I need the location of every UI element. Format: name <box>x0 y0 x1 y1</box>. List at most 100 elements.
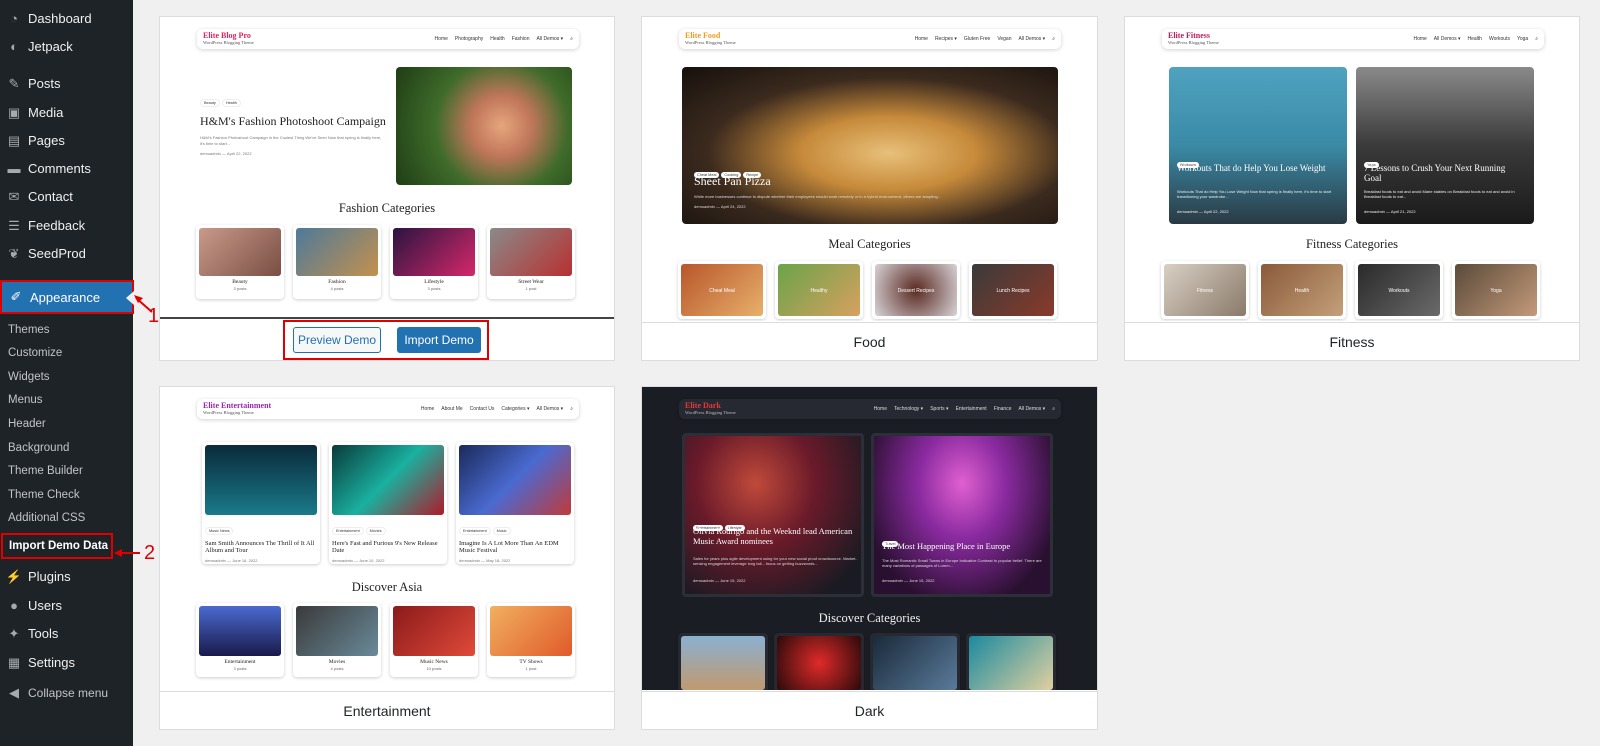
preview-post-card: Travel The Most Happening Place in Europ… <box>871 433 1053 597</box>
category-count: 3 posts <box>233 286 247 291</box>
category-image <box>199 606 281 656</box>
preview-nav-item: Gluten Free <box>963 36 991 42</box>
preview-nav-item: Yoga <box>1516 36 1529 42</box>
demo-caption: Entertainment <box>160 691 614 729</box>
demo-card-entertainment[interactable]: Elite Entertainment WordPress Blogging Th… <box>159 386 615 730</box>
category-image <box>393 228 475 276</box>
demo-caption: Dark <box>642 691 1097 729</box>
preview-post-card: Music News Sam Smith Announces The Thril… <box>202 442 320 564</box>
category-name: Movies <box>328 659 346 665</box>
demo-thumbnail: Elite Entertainment WordPress Blogging Th… <box>160 387 614 690</box>
preview-category-tile: Health <box>1258 261 1346 319</box>
preview-logo: Elite Blog Pro <box>203 31 251 40</box>
demo-caption: Fitness <box>1125 322 1579 360</box>
category-count: 1 post <box>525 286 537 291</box>
preview-nav-item: Categories ▾ <box>501 406 530 412</box>
preview-chip: Movies <box>365 527 386 535</box>
preview-navbar: Elite Dark WordPress Blogging Theme Home T… <box>679 399 1061 419</box>
category-name: Fitness <box>1164 264 1246 316</box>
preview-post-title: The Most Happening Place in Europe <box>882 541 1011 551</box>
demo-card-blog: Elite Blog Pro WordPress Blogging Theme H… <box>159 16 615 361</box>
category-count: 4 posts <box>330 286 344 291</box>
preview-logo: Elite Food <box>685 31 721 40</box>
preview-tagline: WordPress Blogging Theme <box>685 410 736 415</box>
preview-post: Beauty Health H&M's Fashion Photoshoot Ca… <box>200 91 390 156</box>
preview-category-tile <box>870 633 960 690</box>
preview-nav-item: Contact Us <box>469 406 495 412</box>
preview-tagline: WordPress Blogging Theme <box>685 40 736 45</box>
preview-meta: demoadmin — April 24, 2022 <box>694 204 746 209</box>
preview-nav-item: About Me <box>441 406 463 412</box>
preview-category-tile <box>774 633 864 690</box>
category-image <box>777 636 861 690</box>
category-name: Healthy <box>778 264 860 316</box>
preview-category-tile: Street Wear 1 post <box>487 225 575 299</box>
preview-meta: demoadmin — June 15, 2022 <box>693 578 746 583</box>
preview-meta: demoadmin — April 21, 2022 <box>1364 209 1416 214</box>
demo-card-fitness[interactable]: Elite Fitness WordPress Blogging Theme Ho… <box>1124 16 1580 361</box>
preview-category-tile <box>678 633 768 690</box>
category-image <box>969 636 1053 690</box>
preview-demo-button[interactable]: Preview Demo <box>293 327 381 353</box>
preview-category-tile: Lunch Recipes <box>969 261 1057 319</box>
preview-logo: Elite Dark <box>685 401 721 410</box>
preview-nav-item: All Demos ▾ <box>1018 36 1046 42</box>
demo-thumbnail: Elite Dark WordPress Blogging Theme Home T… <box>642 387 1097 690</box>
preview-nav-item: Home <box>434 36 448 42</box>
demo-card-dark[interactable]: Elite Dark WordPress Blogging Theme Home T… <box>641 386 1098 730</box>
preview-nav-item: Finance <box>993 406 1012 412</box>
category-name: Beauty <box>232 279 248 285</box>
preview-chip: Beauty <box>200 99 220 107</box>
preview-category-tile: Workouts <box>1355 261 1443 319</box>
preview-nav-item: Workouts <box>1488 36 1510 42</box>
search-icon: ⌕ <box>1052 406 1055 412</box>
category-name: Fashion <box>328 279 346 285</box>
preview-nav-item: Entertainment <box>955 406 987 412</box>
preview-nav-item: Home <box>873 406 887 412</box>
category-name: Lifestyle <box>424 279 444 285</box>
preview-nav-item: Sports ▾ <box>930 406 949 412</box>
preview-tagline: WordPress Blogging Theme <box>203 410 254 415</box>
preview-category-tile: Cheat Meal <box>678 261 766 319</box>
import-demo-button[interactable]: Import Demo <box>397 327 481 353</box>
preview-category-tile: Yoga <box>1452 261 1540 319</box>
category-image <box>681 636 765 690</box>
preview-post-card: Yoga 7 Lessons to Crush Your Next Runnin… <box>1356 67 1534 224</box>
demo-card-food[interactable]: Elite Food WordPress Blogging Theme Home R… <box>641 16 1098 361</box>
preview-post-title: H&M's Fashion Photoshoot Campaign <box>200 114 386 128</box>
preview-category-tile: Fashion 4 posts <box>293 225 381 299</box>
preview-nav-item: Technology ▾ <box>894 406 924 412</box>
category-name: Street Wear <box>518 279 544 285</box>
category-count: 3 posts <box>233 666 247 671</box>
preview-nav-item: All Demos ▾ <box>1433 36 1461 42</box>
annotation-number-2: 2 <box>144 542 156 564</box>
category-name: Lunch Recipes <box>972 264 1054 316</box>
preview-excerpt: While more businesses continue to disput… <box>694 194 942 199</box>
preview-post-title: 7 Lessons to Crush Your Next Running Goa… <box>1364 163 1506 184</box>
preview-post-title: Sam Smith Announces The Thrill of It All… <box>205 540 315 555</box>
preview-logo: Elite Entertainment <box>203 401 272 410</box>
preview-chip: Music <box>492 527 511 535</box>
preview-meta: demoadmin — May 18, 2022 <box>459 557 511 563</box>
preview-post-card: Entertainment Lifestyle Olivia Rodrigo an… <box>682 433 864 597</box>
preview-meta: demoadmin — June 16, 2022 <box>205 557 258 563</box>
preview-section-title: Fashion Categories <box>338 201 436 215</box>
preview-category-tile: Healthy <box>775 261 863 319</box>
category-name: Music News <box>420 659 448 665</box>
preview-post-card: Workouts Workouts That do Help You Lose … <box>1169 67 1347 224</box>
preview-navbar: Elite Food WordPress Blogging Theme Home R… <box>679 29 1061 49</box>
preview-meta: demoadmin — April 22, 2022 <box>200 150 252 156</box>
preview-chip: Health <box>221 99 241 107</box>
preview-post-card: Entertainment Movies Here's Fast and Furi… <box>329 442 447 564</box>
preview-nav-item: Vegan <box>997 36 1012 42</box>
preview-section-title: Discover Asia <box>351 580 423 594</box>
category-count: 1 post <box>525 666 537 671</box>
preview-nav-item: All Demos ▾ <box>536 406 564 412</box>
preview-category-tile: Beauty 3 posts <box>196 225 284 299</box>
preview-category-tile: Movies 4 posts <box>293 603 381 677</box>
preview-nav-item: Fashion <box>511 36 530 42</box>
preview-post-title: Olivia Rodrigo and the Weeknd lead Ameri… <box>693 526 853 546</box>
preview-category-tile: TV Shows 1 post <box>487 603 575 677</box>
preview-post-title: Imagine Is A Lot More Than An EDM Music … <box>459 540 559 555</box>
preview-section-title: Discover Categories <box>818 611 921 625</box>
